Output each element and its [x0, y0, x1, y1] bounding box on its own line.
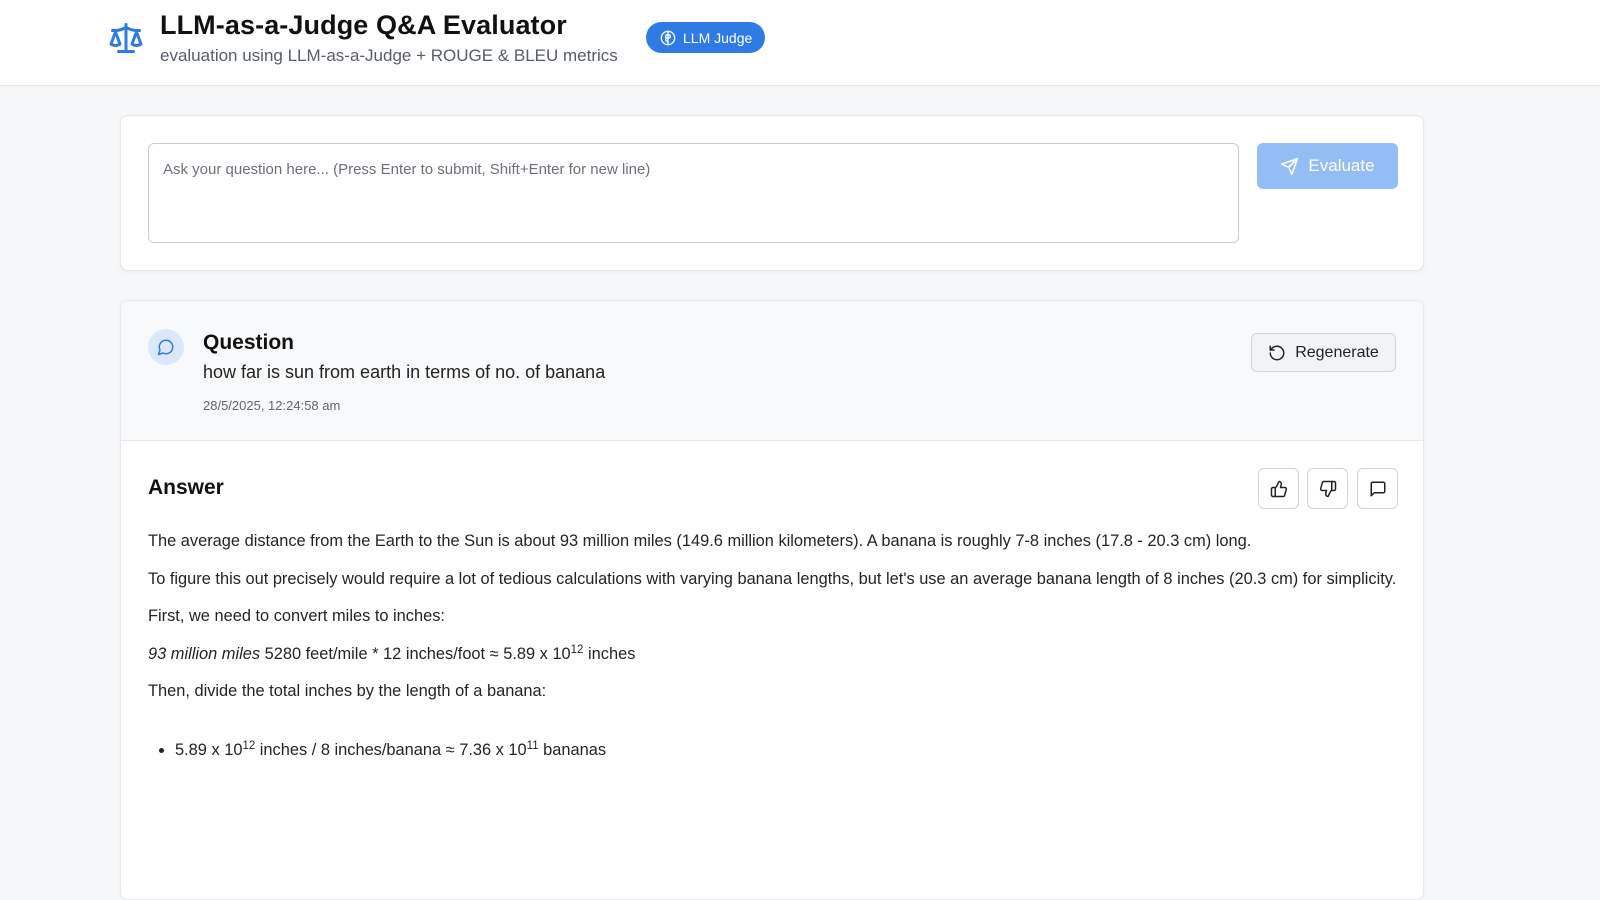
calc-exponent: 12 — [570, 643, 584, 656]
rotate-ccw-icon — [1269, 345, 1285, 360]
answer-paragraph: Then, divide the total inches by the len… — [148, 682, 547, 700]
thumbs-down-icon — [1319, 480, 1336, 497]
thumbs-up-button[interactable] — [1258, 468, 1299, 509]
answer-paragraph: To figure this out precisely would requi… — [148, 569, 1397, 588]
calc-unit: inches — [583, 644, 636, 663]
result-card: Question how far is sun from earth in te… — [120, 300, 1424, 900]
question-timestamp: 28/5/2025, 12:24:58 am — [203, 398, 341, 413]
answer-list: 5.89 x 1012 inches / 8 inches/banana ≈ 7… — [148, 736, 1398, 765]
app-subtitle: evaluation using LLM-as-a-Judge + ROUGE … — [160, 46, 618, 65]
evaluate-label: Evaluate — [1308, 156, 1375, 175]
bullet-exponent: 12 — [242, 739, 256, 752]
answer-paragraph: The average distance from the Earth to t… — [148, 532, 1252, 550]
evaluate-button[interactable]: Evaluate — [1257, 143, 1398, 189]
message-circle-icon — [157, 339, 174, 356]
brain-icon — [660, 30, 676, 45]
calc-text: 5280 feet/mile * 12 inches/foot ≈ 5.89 x… — [260, 644, 571, 663]
thumbs-down-button[interactable] — [1307, 468, 1348, 509]
question-input-card: Evaluate — [120, 115, 1424, 271]
answer-calculation: 93 million miles 5280 feet/mile * 12 inc… — [148, 640, 1398, 669]
app-title: LLM-as-a-Judge Q&A Evaluator — [160, 10, 567, 40]
send-icon — [1281, 157, 1299, 175]
message-square-icon — [1370, 481, 1385, 496]
question-text: how far is sun from earth in terms of no… — [203, 362, 606, 382]
regenerate-button[interactable]: Regenerate — [1251, 333, 1396, 372]
bullet-exponent: 11 — [526, 739, 539, 752]
badge-label: LLM Judge — [683, 29, 753, 46]
question-input[interactable] — [148, 143, 1239, 243]
list-item: 5.89 x 1012 inches / 8 inches/banana ≈ 7… — [175, 736, 1398, 765]
comment-button[interactable] — [1357, 468, 1398, 509]
thumbs-up-icon — [1270, 480, 1287, 497]
question-avatar — [148, 329, 184, 365]
question-section: Question how far is sun from earth in te… — [121, 301, 1423, 441]
bullet-text: inches / 8 inches/banana ≈ 7.36 x 10 — [255, 740, 527, 759]
answer-body: The average distance from the Earth to t… — [148, 527, 1398, 764]
app-header: LLM-as-a-Judge Q&A Evaluator evaluation … — [0, 0, 1600, 86]
bullet-text: 5.89 x 10 — [175, 740, 243, 759]
answer-heading: Answer — [148, 476, 224, 499]
bullet-text: bananas — [538, 740, 607, 759]
question-heading: Question — [203, 331, 295, 354]
answer-paragraph: First, we need to convert miles to inche… — [148, 607, 445, 625]
regenerate-label: Regenerate — [1295, 343, 1379, 361]
scale-icon — [109, 23, 143, 53]
llm-judge-badge: LLM Judge — [646, 22, 766, 53]
calc-italic: 93 million miles — [148, 644, 261, 663]
